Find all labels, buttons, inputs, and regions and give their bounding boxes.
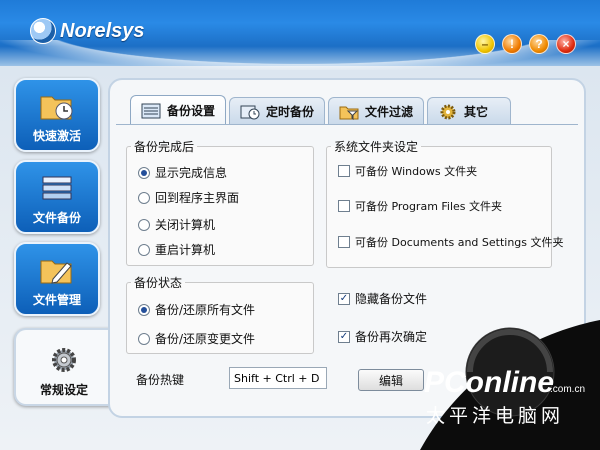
tab-divider bbox=[116, 124, 578, 125]
checkbox-label: 可备份 Program Files 文件夹 bbox=[355, 200, 503, 213]
tab-label: 文件过滤 bbox=[365, 105, 414, 119]
radio-button[interactable] bbox=[138, 332, 150, 345]
radio-show-complete-info[interactable]: 显示完成信息 bbox=[138, 164, 227, 181]
tab-label: 其它 bbox=[464, 105, 489, 119]
close-icon[interactable]: × bbox=[556, 34, 576, 54]
checkbox[interactable] bbox=[338, 200, 350, 212]
checkbox-label: 隐藏备份文件 bbox=[355, 292, 428, 306]
radio-button[interactable] bbox=[138, 303, 150, 316]
sidebar-item-file-backup[interactable]: 文件备份 bbox=[14, 160, 100, 234]
checkbox-windows-folder[interactable]: 可备份 Windows 文件夹 bbox=[338, 163, 477, 179]
checkbox[interactable]: ✓ bbox=[338, 292, 350, 305]
watermark-chinese: 太平洋电脑网 bbox=[426, 405, 564, 427]
alert-icon[interactable]: ! bbox=[502, 34, 522, 54]
radio-label: 关闭计算机 bbox=[155, 218, 216, 232]
watermark: PConline .com.cn 太平洋电脑网 bbox=[420, 320, 600, 450]
radio-button[interactable] bbox=[138, 191, 150, 204]
radio-label: 重启计算机 bbox=[155, 243, 216, 257]
radio-label: 回到程序主界面 bbox=[155, 191, 240, 205]
sidebar-item-label: 文件备份 bbox=[32, 211, 81, 225]
radio-label: 备份/还原所有文件 bbox=[155, 303, 256, 317]
folder-filter-icon bbox=[339, 106, 359, 120]
sidebar-item-quick-activate[interactable]: 快速激活 bbox=[14, 78, 100, 152]
folder-clock-icon bbox=[40, 96, 73, 120]
group-title: 系统文件夹设定 bbox=[334, 140, 419, 154]
radio-all-files[interactable]: 备份/还原所有文件 bbox=[138, 301, 255, 318]
watermark-domain: .com.cn bbox=[550, 384, 585, 395]
gear-icon bbox=[440, 104, 456, 119]
radio-label: 显示完成信息 bbox=[155, 166, 228, 180]
clock-icon bbox=[240, 105, 260, 119]
hotkey-label: 备份热键 bbox=[136, 373, 185, 387]
window-controls: – ! ? × bbox=[475, 34, 576, 54]
logo-icon bbox=[30, 18, 56, 44]
checkbox-label: 可备份 Documents and Settings 文件夹 bbox=[355, 236, 564, 249]
tab-label: 备份设置 bbox=[167, 104, 216, 118]
tab-file-filter[interactable]: 文件过滤 bbox=[328, 97, 425, 125]
radio-label: 备份/还原变更文件 bbox=[155, 332, 256, 346]
radio-button[interactable] bbox=[138, 243, 150, 256]
checkbox-label: 可备份 Windows 文件夹 bbox=[355, 165, 478, 178]
checkbox[interactable] bbox=[338, 236, 350, 248]
sidebar-item-general-settings[interactable]: 常规设定 bbox=[14, 328, 112, 406]
sidebar-item-label: 快速激活 bbox=[32, 129, 81, 143]
group-title: 备份状态 bbox=[134, 276, 183, 290]
gear-icon bbox=[52, 348, 76, 372]
watermark-brand: PConline bbox=[424, 366, 554, 399]
folder-pen-icon bbox=[40, 260, 72, 284]
checkbox[interactable]: ✓ bbox=[338, 330, 350, 343]
checkbox-hide-backup-files[interactable]: ✓ 隐藏备份文件 bbox=[338, 290, 427, 307]
sidebar: 快速激活 文件备份 文件管理 常规设定 bbox=[0, 70, 112, 450]
radio-restart[interactable]: 重启计算机 bbox=[138, 241, 215, 258]
radio-return-main[interactable]: 回到程序主界面 bbox=[138, 189, 239, 206]
tab-other[interactable]: 其它 bbox=[427, 97, 512, 125]
sidebar-item-label: 文件管理 bbox=[32, 293, 81, 307]
list-icon bbox=[141, 103, 161, 118]
checkbox-program-files-folder[interactable]: 可备份 Program Files 文件夹 bbox=[338, 198, 502, 214]
radio-changed-files[interactable]: 备份/还原变更文件 bbox=[138, 330, 255, 347]
checkbox[interactable] bbox=[338, 165, 350, 177]
radio-button[interactable] bbox=[138, 166, 150, 179]
group-title: 备份完成后 bbox=[134, 140, 195, 154]
stack-icon bbox=[42, 176, 72, 200]
radio-shutdown[interactable]: 关闭计算机 bbox=[138, 216, 215, 233]
hotkey-input[interactable] bbox=[229, 367, 327, 389]
sidebar-item-file-manage[interactable]: 文件管理 bbox=[14, 242, 100, 316]
tab-bar: 备份设置 定时备份 文件过滤 其它 bbox=[130, 95, 512, 125]
app-logo: Norelsys bbox=[30, 18, 145, 44]
tab-label: 定时备份 bbox=[266, 105, 315, 119]
sidebar-item-label: 常规设定 bbox=[39, 383, 88, 397]
tab-backup-settings[interactable]: 备份设置 bbox=[130, 95, 227, 125]
minimize-icon[interactable]: – bbox=[475, 34, 495, 54]
app-window: Norelsys – ! ? × 快速激活 文件备份 文件管理 常规设定 备份设… bbox=[0, 0, 600, 450]
checkbox-documents-settings-folder[interactable]: 可备份 Documents and Settings 文件夹 bbox=[338, 234, 564, 250]
help-icon[interactable]: ? bbox=[529, 34, 549, 54]
title-bar[interactable]: Norelsys – ! ? × bbox=[0, 0, 600, 70]
radio-button[interactable] bbox=[138, 218, 150, 231]
app-name: Norelsys bbox=[60, 19, 145, 42]
tab-scheduled-backup[interactable]: 定时备份 bbox=[229, 97, 326, 125]
